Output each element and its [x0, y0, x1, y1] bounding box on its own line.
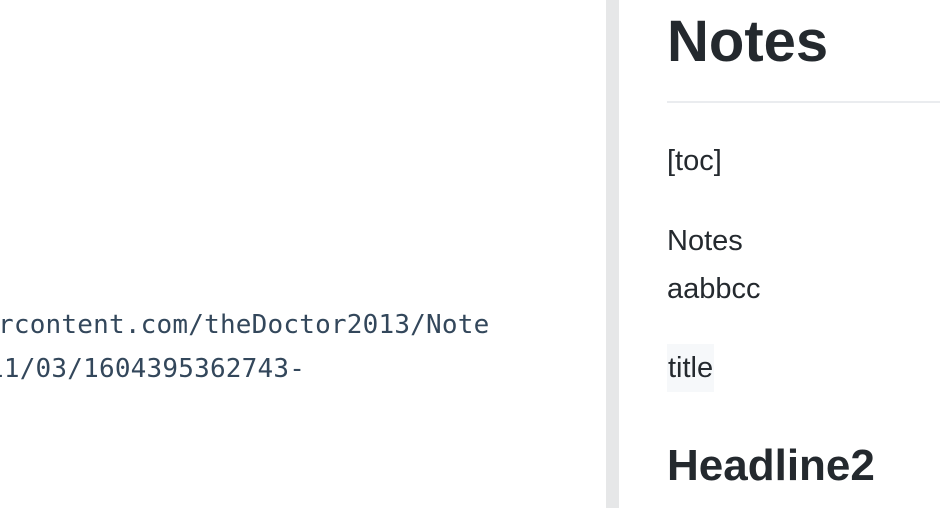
preview-pane: Notes [toc] Notes aabbcc title Headline2 [619, 0, 940, 508]
preview-heading-2: Headline2 [667, 441, 875, 490]
preview-heading-1: Notes [667, 9, 829, 74]
markdown-editor-window: rcontent.com/theDoctor2013/Note 11/03/16… [0, 0, 940, 508]
title-text: title [667, 344, 715, 392]
pane-divider[interactable] [606, 0, 619, 508]
heading-underline-rule [667, 101, 940, 103]
editor-line[interactable]: 11/03/1604395362743- [0, 354, 305, 384]
notes-label: Notes [667, 225, 743, 257]
notes-value: aabbcc [667, 273, 761, 305]
editor-pane[interactable]: rcontent.com/theDoctor2013/Note 11/03/16… [0, 0, 606, 508]
editor-line[interactable]: rcontent.com/theDoctor2013/Note [0, 310, 489, 340]
toc-placeholder: [toc] [667, 145, 722, 177]
